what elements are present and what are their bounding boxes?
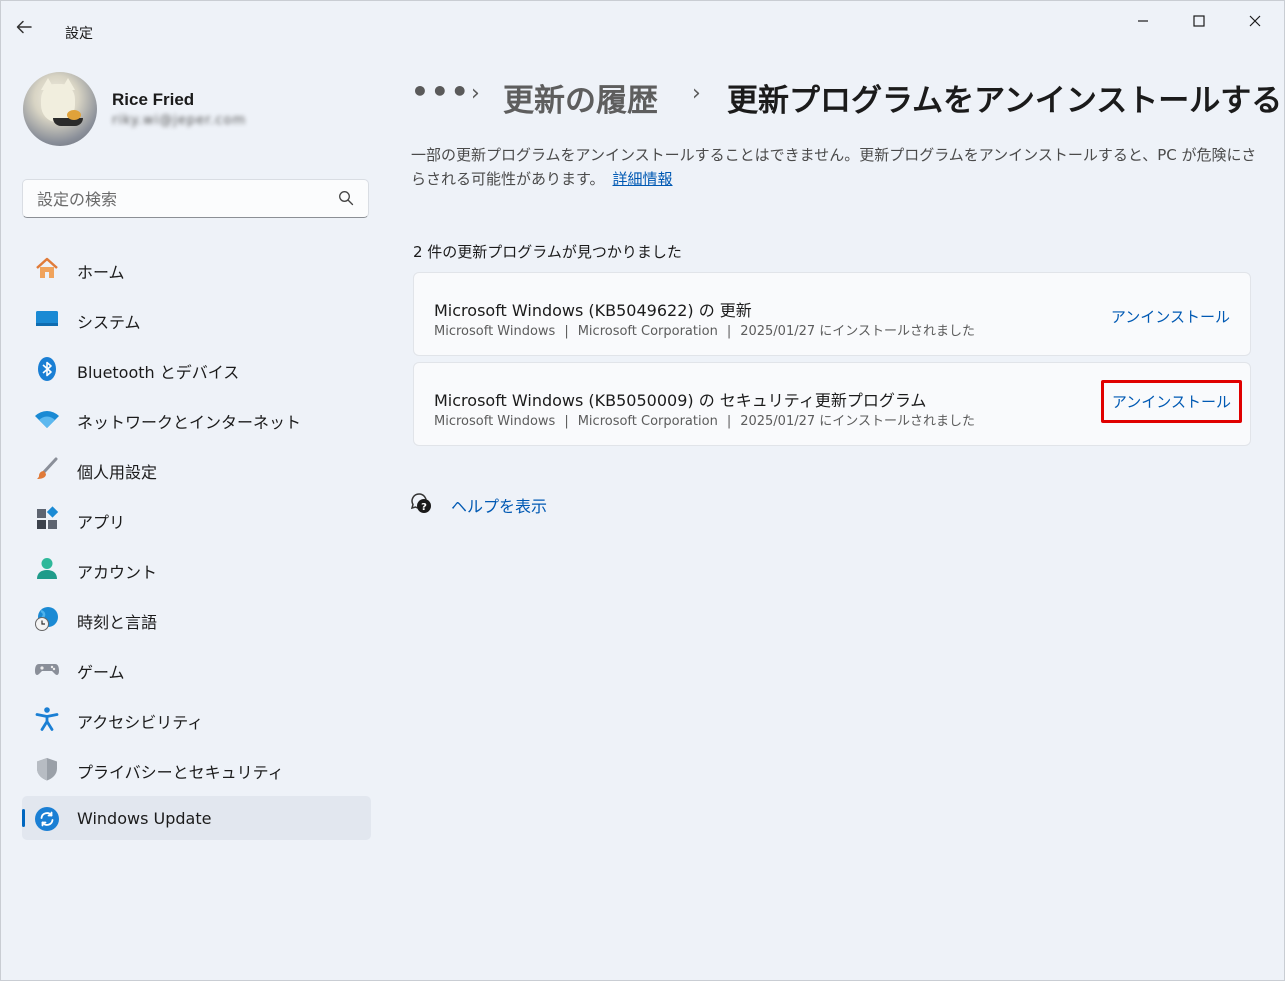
accessibility-icon: [35, 707, 59, 731]
meta-separator: |: [564, 414, 569, 429]
chevron-right-icon: ›: [471, 81, 480, 106]
sidebar-item-label: 個人用設定: [77, 463, 158, 482]
sidebar-item-accessibility[interactable]: アクセシビリティ: [22, 696, 371, 740]
user-name: Rice Fried: [112, 90, 195, 109]
update-installed-date: 2025/01/27 にインストールされました: [740, 414, 976, 429]
page-title: 更新プログラムをアンインストールする: [727, 83, 1283, 119]
uninstall-button[interactable]: アンインストール: [1111, 306, 1230, 327]
sidebar-item-system[interactable]: システム: [22, 296, 371, 340]
sidebar-item-label: Bluetooth とデバイス: [77, 363, 240, 382]
update-title: Microsoft Windows (KB5049622) の 更新: [434, 301, 752, 320]
help-label: ヘルプを表示: [451, 497, 548, 516]
sidebar-item-time-language[interactable]: 時刻と言語: [22, 596, 371, 640]
sidebar-item-label: システム: [77, 313, 141, 332]
update-meta: Microsoft Windows | Microsoft Corporation |…: [434, 410, 975, 429]
gamepad-icon: [35, 664, 59, 675]
sidebar-item-personalization[interactable]: 個人用設定: [22, 446, 371, 490]
update-product: Microsoft Windows: [434, 414, 556, 429]
brush-icon: [37, 457, 58, 479]
learn-more-link[interactable]: 詳細情報: [613, 170, 673, 188]
app-title: 設定: [65, 26, 93, 42]
sidebar-item-label: ホーム: [77, 263, 125, 282]
uninstall-button-highlighted[interactable]: アンインストール: [1100, 380, 1242, 423]
sidebar-item-network[interactable]: ネットワークとインターネット: [22, 396, 371, 440]
bluetooth-icon: [38, 357, 56, 381]
sidebar-item-label: Windows Update: [77, 809, 212, 828]
help-chat-icon: ?: [410, 493, 431, 513]
sidebar-item-label: アプリ: [77, 513, 126, 532]
page-description: 一部の更新プログラムをアンインストールすることはできません。更新プログラムをアン…: [411, 143, 1261, 191]
apps-icon: [37, 506, 59, 529]
search-icon[interactable]: [338, 190, 354, 206]
windows-update-icon: [35, 807, 59, 831]
breadcrumb-more-button[interactable]: •••: [411, 75, 471, 108]
sidebar-item-apps[interactable]: アプリ: [22, 496, 371, 540]
update-product: Microsoft Windows: [434, 324, 556, 339]
update-card: Microsoft Windows (KB5050009) の セキュリティ更新…: [413, 362, 1251, 446]
account-icon: [37, 558, 57, 579]
avatar: [23, 72, 97, 146]
update-meta: Microsoft Windows | Microsoft Corporation |…: [434, 320, 975, 339]
sidebar-item-label: アクセシビリティ: [77, 713, 204, 732]
sidebar-item-label: ゲーム: [77, 663, 125, 682]
sidebar-item-privacy-security[interactable]: プライバシーとセキュリティ: [22, 746, 371, 790]
sidebar-item-gaming[interactable]: ゲーム: [22, 646, 371, 690]
sidebar-item-bluetooth[interactable]: Bluetooth とデバイス: [22, 346, 371, 390]
minimize-icon: [1138, 20, 1148, 22]
svg-text:?: ?: [421, 502, 427, 513]
sidebar-item-accounts[interactable]: アカウント: [22, 546, 371, 590]
sidebar-item-label: アカウント: [77, 563, 158, 582]
breadcrumb-update-history[interactable]: 更新の履歴: [503, 75, 658, 120]
meta-separator: |: [564, 324, 569, 339]
sidebar-item-windows-update[interactable]: Windows Update: [22, 796, 371, 840]
selection-indicator: [22, 809, 25, 827]
user-email: riky.wi@jeper.com: [112, 113, 247, 128]
system-icon: [36, 311, 58, 326]
meta-separator: |: [726, 414, 732, 429]
globe-clock-icon: [35, 607, 58, 631]
update-card: Microsoft Windows (KB5049622) の 更新 Micro…: [413, 272, 1251, 356]
update-count-label: 2 件の更新プログラムが見つかりました: [413, 243, 682, 261]
minimize-button[interactable]: [1120, 9, 1166, 35]
close-icon: [1249, 15, 1261, 27]
description-text: 一部の更新プログラムをアンインストールすることはできません。更新プログラムをアン…: [411, 146, 1257, 188]
back-button[interactable]: [15, 17, 47, 49]
update-title: Microsoft Windows (KB5050009) の セキュリティ更新…: [434, 391, 927, 410]
maximize-button[interactable]: [1176, 9, 1222, 35]
wifi-icon: [35, 411, 59, 428]
update-publisher: Microsoft Corporation: [577, 324, 718, 339]
chevron-right-icon: ›: [692, 81, 701, 106]
sidebar-item-home[interactable]: ホーム: [22, 246, 371, 290]
sidebar-nav: ホーム システム Bluetooth とデバイス ネットワークとインターネット: [22, 246, 371, 846]
update-publisher: Microsoft Corporation: [577, 414, 718, 429]
back-arrow-icon: [16, 20, 32, 34]
title-bar: 設定: [1, 1, 1284, 49]
sidebar-item-label: 時刻と言語: [77, 613, 158, 632]
home-icon: [36, 257, 58, 278]
meta-separator: |: [726, 324, 732, 339]
update-installed-date: 2025/01/27 にインストールされました: [740, 324, 976, 339]
search-input[interactable]: [35, 186, 329, 212]
maximize-icon: [1193, 15, 1205, 27]
close-button[interactable]: [1232, 9, 1278, 35]
shield-icon: [37, 758, 57, 781]
sidebar-item-label: ネットワークとインターネット: [77, 413, 302, 432]
search-box[interactable]: [22, 179, 369, 218]
settings-window: 設定 Rice Fried riky.wi@jeper.com 設定の検索 ホー…: [0, 0, 1285, 981]
sidebar-item-label: プライバシーとセキュリティ: [77, 763, 284, 782]
